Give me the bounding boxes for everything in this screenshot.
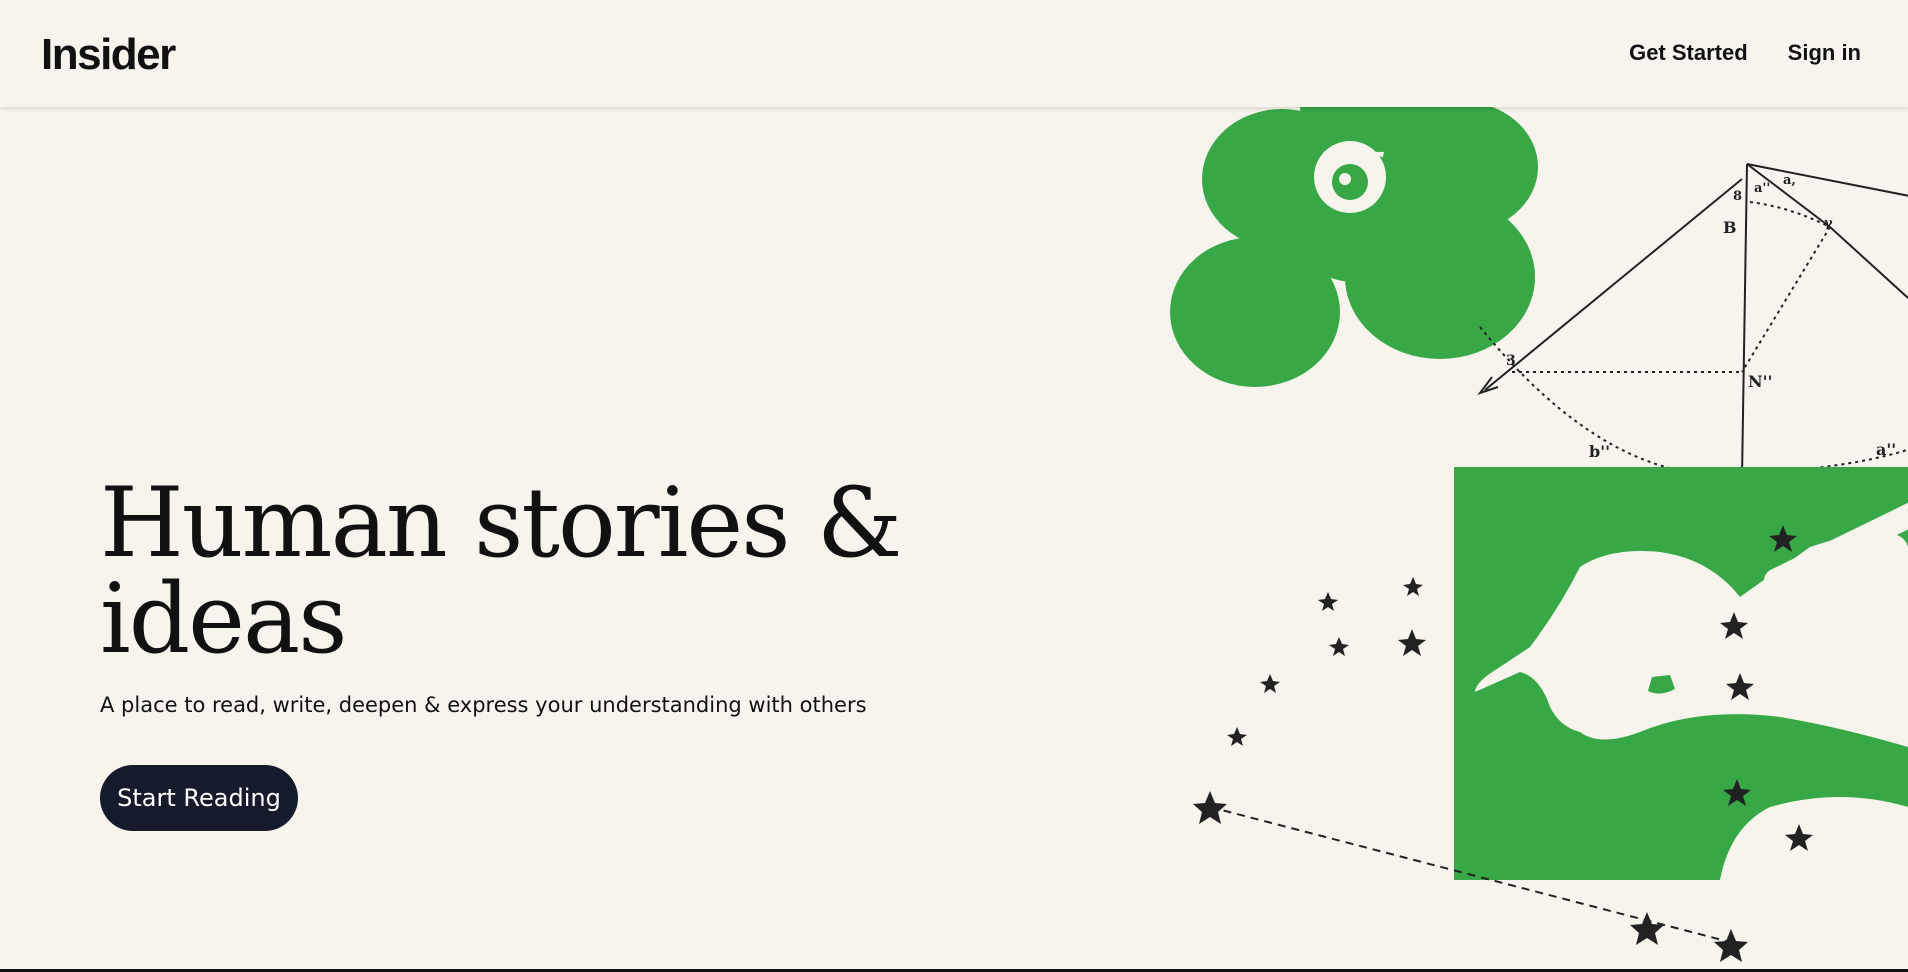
- get-started-link[interactable]: Get Started: [1629, 40, 1748, 66]
- svg-text:a'': a'': [1876, 440, 1896, 459]
- svg-text:a'': a'': [1754, 181, 1770, 196]
- insider-logo[interactable]: Insider: [41, 30, 176, 80]
- hero-title: Human stories & ideas: [100, 467, 902, 675]
- hero-illustration: B 8 a'' a, γ 3 N'' b'' a'' E: [1140, 107, 1908, 972]
- green-flower-icon: [1170, 107, 1538, 387]
- svg-text:B: B: [1723, 218, 1737, 237]
- header-nav: Get Started Sign in: [1629, 40, 1861, 66]
- diagram-labels: B 8 a'' a, γ 3 N'' b'' a'' E: [1506, 173, 1896, 498]
- hero-subtitle: A place to read, write, deepen & express…: [100, 693, 867, 717]
- sign-in-link[interactable]: Sign in: [1788, 40, 1861, 66]
- svg-text:γ: γ: [1824, 216, 1833, 231]
- svg-text:3: 3: [1506, 353, 1516, 369]
- geometry-diagram: [1477, 163, 1908, 478]
- top-navigation-bar: Insider Get Started Sign in: [0, 0, 1908, 107]
- svg-text:8: 8: [1733, 189, 1742, 204]
- svg-text:N'': N'': [1748, 372, 1772, 391]
- start-reading-button[interactable]: Start Reading: [100, 765, 298, 831]
- svg-text:b'': b'': [1589, 442, 1610, 461]
- svg-text:a,: a,: [1783, 173, 1796, 188]
